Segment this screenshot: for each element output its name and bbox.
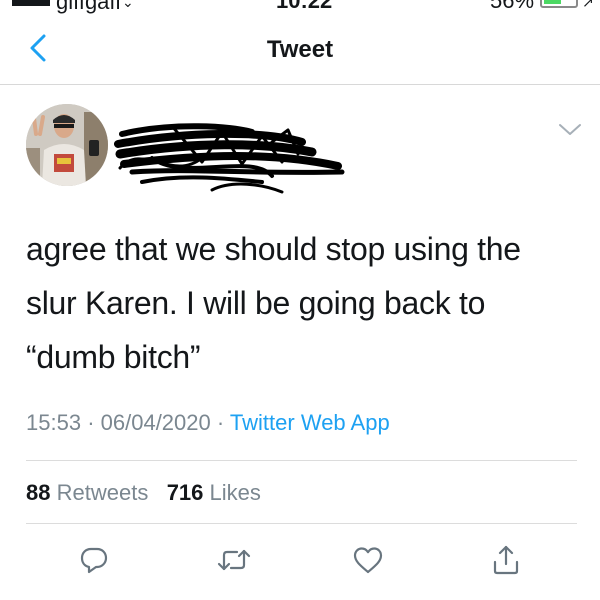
retweet-icon	[217, 549, 251, 571]
status-bar: giffgaff ⌄ 10:22 56% ↗	[0, 0, 600, 16]
battery-percentage: 56%	[490, 0, 535, 13]
page-title: Tweet	[266, 36, 334, 63]
navigation-bar: Tweet	[0, 16, 600, 85]
tweet-time: 15:53	[26, 410, 82, 435]
chevron-down-icon	[559, 124, 581, 135]
status-time: 10:22	[276, 0, 333, 13]
battery-level-fill	[544, 0, 561, 4]
divider	[26, 523, 577, 524]
meta-separator: ·	[216, 410, 225, 435]
likes-count: 716	[166, 480, 204, 505]
tweet-meta: 15:53 · 06/04/2020 · Twitter Web App	[26, 410, 390, 436]
wifi-icon: ⌄	[122, 0, 134, 10]
share-button[interactable]	[484, 538, 528, 582]
divider	[26, 460, 577, 461]
meta-separator: ·	[87, 410, 95, 435]
tweet-text: agree that we should stop using the slur…	[26, 222, 586, 384]
battery-icon	[540, 0, 578, 8]
reply-button[interactable]	[72, 538, 116, 582]
heart-icon	[353, 547, 383, 574]
tweet-source-link[interactable]: Twitter Web App	[230, 410, 390, 435]
avatar[interactable]	[26, 104, 108, 186]
tweet-actions-bar	[0, 538, 600, 582]
retweet-button[interactable]	[212, 538, 256, 582]
redacted-author-name	[114, 123, 345, 194]
tweet-text-line: agree that we should stop using the	[26, 231, 521, 267]
likes-label: Likes	[209, 480, 261, 505]
share-icon	[493, 545, 519, 575]
tweet-stats: 88 Retweets 716 Likes	[26, 480, 261, 506]
tweet-date: 06/04/2020	[100, 410, 211, 435]
carrier-name: giffgaff	[56, 0, 122, 14]
tweet-text-line: slur Karen. I will be going back to	[26, 285, 486, 321]
reply-icon	[80, 547, 108, 574]
likes-stat[interactable]: 716 Likes	[167, 480, 261, 505]
retweets-stat[interactable]: 88 Retweets	[26, 480, 154, 505]
tweet-text-line: “dumb bitch”	[26, 339, 201, 375]
retweets-label: Retweets	[56, 480, 149, 505]
like-button[interactable]	[346, 538, 390, 582]
signal-strength-icon	[12, 0, 50, 6]
tweet-options-button[interactable]	[556, 120, 584, 140]
charging-icon: ↗	[582, 0, 594, 10]
avatar-photo	[26, 104, 108, 186]
retweets-count: 88	[26, 480, 51, 505]
